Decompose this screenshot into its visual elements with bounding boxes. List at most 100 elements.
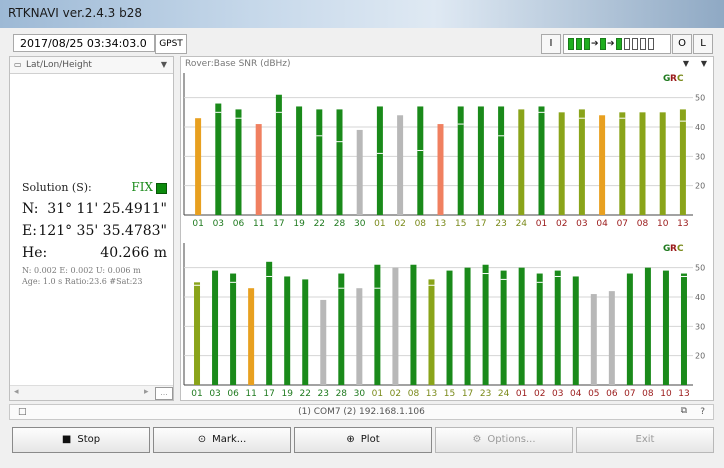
snr-bar [215,103,222,215]
sat-label: 04 [570,389,582,399]
l-button[interactable]: L [693,34,713,54]
snr-bar [639,112,646,215]
sat-label: 10 [660,389,672,399]
stream-indicator[interactable]: ➔ ➔ [563,34,671,54]
snr-bar [248,288,255,385]
dropdown-icon[interactable]: ▼ [161,57,167,73]
y-tick-label: 40 [695,293,705,302]
app-window: RTKNAVI ver.2.4.3 b28 2017/08/25 03:34:0… [0,0,724,468]
snr-bar [356,129,363,215]
sat-label: 28 [334,219,346,229]
mark-label: Mark... [212,434,247,445]
snr-bar [356,288,363,385]
mark-button[interactable]: ⊙ Mark... [153,427,291,453]
snr-bar [500,270,507,385]
time-system-button[interactable]: GPST [155,34,187,54]
mark-icon: ⊙ [197,434,207,445]
lon-value: 121° 35' 35.4783" [38,223,167,239]
y-tick-label: 20 [695,352,705,361]
process-indicator [600,38,606,50]
solution-panel-header[interactable]: ▭ Lat/Lon/Height ▼ [10,57,173,74]
sat-label: 06 [606,389,618,399]
sat-label: 23 [480,389,491,399]
scroll-left-icon[interactable]: ◂ [14,387,19,397]
more-button[interactable]: ... [155,387,173,400]
horizontal-scrollbar[interactable]: ◂ ▸ ... [10,385,173,400]
sat-label: 03 [552,389,563,399]
input-indicator-1 [568,38,574,50]
snr-bar [498,106,505,215]
snr-bar [410,264,417,385]
snr-bar [518,109,525,215]
sat-label: 07 [617,219,628,229]
input-indicator-2 [576,38,582,50]
sat-label: 13 [678,389,689,399]
resize-icon[interactable]: ⧉ [681,406,687,416]
snr-bar [619,112,626,215]
y-tick-label: 50 [695,94,705,103]
lat-value: 31° 11' 25.4911" [47,201,167,217]
exit-label: Exit [635,434,655,445]
snr-plot-select[interactable]: Rover:Base SNR (dBHz) [185,57,291,71]
log-indicator-2 [640,38,646,50]
sat-label: 04 [596,219,608,229]
stop-label: Stop [77,434,101,445]
snr-bar [302,279,309,385]
snr-bar [284,276,291,385]
plot-label: Plot [360,434,380,445]
sat-label: 02 [390,389,401,399]
sat-label: 06 [233,219,245,229]
options-icon: ⚙ [472,434,482,445]
sat-label: 02 [394,219,405,229]
sat-label: 22 [300,389,311,399]
sat-label: 01 [516,389,527,399]
panel-icon: ▭ [14,60,22,69]
log-indicator-3 [648,38,654,50]
snr-bar [679,109,686,215]
snr-panel: Rover:Base SNR (dBHz) ▼ ▼ 20 30 40 50 G R C 01 0… [180,56,714,401]
dropdown-icon[interactable]: ▼ [683,57,689,71]
help-button[interactable]: ? [700,407,705,417]
sat-label: 24 [516,219,528,229]
snr-bar [392,267,399,385]
snr-bar [397,115,404,215]
sat-label: 30 [354,389,366,399]
sat-label: 17 [263,389,274,399]
y-tick-label: 30 [695,152,705,161]
sat-label: 23 [495,219,506,229]
log-indicator-1 [632,38,638,50]
snr-bar [599,115,606,215]
sat-label: 28 [336,389,348,399]
toolbar: 2017/08/25 03:34:03.0 GPST I ➔ ➔ O L [9,34,714,54]
exit-button[interactable]: Exit [576,427,714,453]
snr-bar [464,267,471,385]
snr-bar [644,267,651,385]
input-indicator-3 [584,38,590,50]
snr-bar [680,273,687,385]
plot-button[interactable]: ⊕ Plot [294,427,432,453]
lon-label: E: [22,223,37,239]
snr-bar [320,299,327,385]
dropdown-icon[interactable]: ▼ [701,57,707,71]
solution-format-select[interactable]: Lat/Lon/Height [26,57,92,73]
legend-R: R [670,244,677,254]
sat-label: 13 [426,389,437,399]
snr-panel-header: Rover:Base SNR (dBHz) ▼ ▼ [181,57,713,71]
sat-label: 17 [462,389,473,399]
o-button[interactable]: O [672,34,692,54]
stop-button[interactable]: ■ Stop [12,427,150,453]
sat-label: 03 [576,219,587,229]
y-tick-label: 20 [695,182,705,191]
sat-label: 19 [293,219,305,229]
scroll-right-icon[interactable]: ▸ [144,387,149,397]
options-button[interactable]: ⚙ Options... [435,427,573,453]
sat-label: 15 [455,219,466,229]
info-button[interactable]: I [541,34,561,54]
sat-label: 23 [318,389,329,399]
sat-label: 17 [273,219,284,229]
height-value: 40.266 m [100,245,167,261]
sat-label: 11 [253,219,264,229]
sat-label: 19 [281,389,293,399]
title-bar[interactable]: RTKNAVI ver.2.4.3 b28 [0,0,724,28]
snr-bar [457,106,464,215]
